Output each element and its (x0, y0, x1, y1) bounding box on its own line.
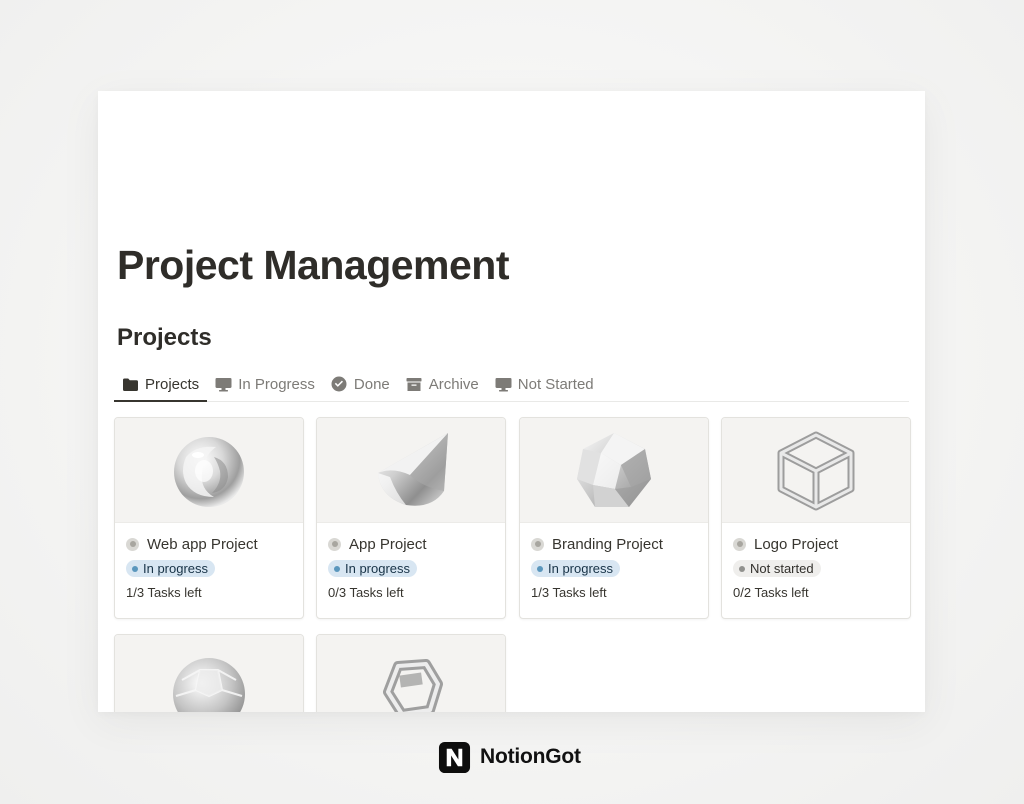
glass-faceted-ball-icon (173, 658, 245, 712)
status-label: Not started (750, 561, 814, 576)
tab-label: Not Started (517, 375, 594, 393)
brand-name: NotionGot (480, 745, 581, 768)
project-card[interactable] (316, 634, 506, 712)
status-badge[interactable]: In progress (328, 560, 418, 577)
card-title: Branding Project (552, 535, 663, 553)
glass-cube-frame-icon (777, 431, 855, 511)
project-card-logo[interactable]: Logo Project Not started 0/2 Tasks left (721, 417, 911, 619)
project-card-branding[interactable]: Branding Project In progress 1/3 Tasks l… (519, 417, 709, 619)
folder-icon (122, 376, 139, 393)
card-title: Logo Project (754, 535, 839, 553)
card-cover (317, 418, 505, 523)
glass-sphere-icon (174, 437, 244, 507)
page-icon (531, 537, 544, 551)
tab-label: Projects (145, 375, 200, 393)
project-card-web-app[interactable]: Web app Project In progress 1/3 Tasks le… (114, 417, 304, 619)
monitor-icon (495, 376, 512, 393)
card-cover (115, 635, 303, 712)
tab-done[interactable]: Done (323, 367, 398, 401)
card-cover (722, 418, 910, 523)
tasks-left: 0/3 Tasks left (328, 585, 404, 600)
project-card-app[interactable]: App Project In progress 0/3 Tasks left (316, 417, 506, 619)
tab-archive[interactable]: Archive (398, 367, 487, 401)
view-tabs: Projects In Progress Done Archive Not St… (114, 365, 909, 402)
brand-logo: NotionGot (438, 740, 581, 774)
status-label: In progress (143, 561, 209, 576)
status-badge[interactable]: In progress (531, 560, 621, 577)
tasks-left: 0/2 Tasks left (733, 585, 809, 600)
notion-n-logo-icon (438, 741, 471, 773)
glass-polyhedron-icon (577, 433, 651, 507)
status-dot (334, 565, 340, 572)
status-label: In progress (548, 561, 614, 576)
tab-projects[interactable]: Projects (114, 368, 208, 402)
status-label: In progress (345, 561, 411, 576)
page-icon (328, 537, 341, 551)
tab-label: Done (353, 375, 390, 393)
tab-in-progress[interactable]: In Progress (207, 367, 323, 401)
page-icon (733, 537, 746, 551)
check-circle-icon (331, 376, 348, 393)
tasks-left: 1/3 Tasks left (531, 585, 607, 600)
tasks-left: 1/3 Tasks left (126, 585, 202, 600)
page-title: Project Management (117, 242, 510, 288)
tab-label: In Progress (238, 375, 315, 393)
card-cover (520, 418, 708, 523)
card-cover (115, 418, 303, 523)
notion-page: Project Management Projects Projects In … (98, 91, 925, 712)
card-cover (317, 635, 505, 712)
status-badge[interactable]: In progress (126, 560, 216, 577)
glass-ring-icon (383, 659, 443, 712)
glass-cone-icon (378, 433, 448, 506)
page-icon (126, 537, 139, 551)
card-title: Web app Project (147, 535, 258, 553)
tab-not-started[interactable]: Not Started (487, 367, 602, 401)
section-heading: Projects (117, 324, 212, 351)
monitor-icon (215, 376, 232, 393)
status-dot (537, 565, 543, 572)
archive-box-icon (406, 376, 423, 393)
project-card[interactable] (114, 634, 304, 712)
status-dot (132, 565, 138, 572)
tab-label: Archive (428, 375, 479, 393)
status-dot (739, 565, 745, 572)
status-badge[interactable]: Not started (733, 560, 821, 577)
card-title: App Project (349, 535, 427, 553)
